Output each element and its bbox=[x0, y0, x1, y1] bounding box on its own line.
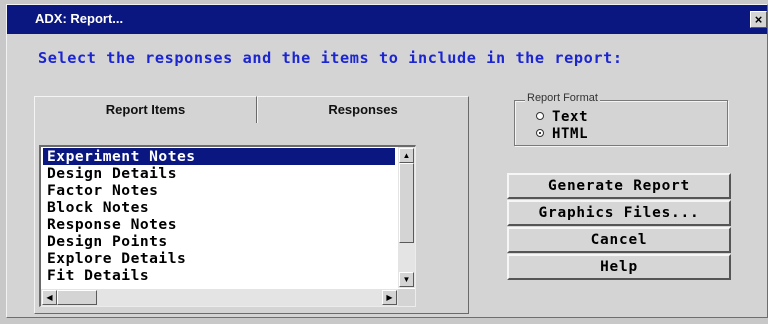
graphics-files-button[interactable]: Graphics Files... bbox=[507, 200, 731, 226]
vertical-scrollbar[interactable]: ▲ ▼ bbox=[398, 147, 415, 288]
vertical-scroll-thumb[interactable] bbox=[399, 163, 414, 243]
radio-text-label: Text bbox=[552, 109, 589, 125]
scroll-left-arrow-icon[interactable]: ◀ bbox=[42, 290, 57, 305]
radio-unchecked-icon[interactable] bbox=[536, 112, 544, 120]
list-item-experiment-notes[interactable]: Experiment Notes bbox=[43, 148, 395, 165]
radio-html-option[interactable]: HTML bbox=[536, 126, 588, 142]
horizontal-scroll-thumb[interactable] bbox=[57, 290, 97, 305]
radio-text-option[interactable]: Text bbox=[536, 109, 588, 125]
window-title: ADX: Report... bbox=[35, 11, 124, 26]
radio-checked-icon[interactable] bbox=[536, 129, 544, 137]
list-item-factor-notes[interactable]: Factor Notes bbox=[43, 182, 395, 199]
list-item-design-points[interactable]: Design Points bbox=[43, 233, 395, 250]
tab-report-items[interactable]: Report Items bbox=[34, 96, 257, 124]
cancel-button[interactable]: Cancel bbox=[507, 227, 731, 253]
generate-report-button[interactable]: Generate Report bbox=[507, 173, 731, 199]
list-item-explore-details[interactable]: Explore Details bbox=[43, 250, 395, 267]
list-item-design-details[interactable]: Design Details bbox=[43, 165, 395, 182]
tab-responses[interactable]: Responses bbox=[257, 96, 469, 124]
horizontal-scrollbar[interactable]: ◀ ▶ bbox=[41, 289, 398, 306]
list-item-fit-details[interactable]: Fit Details bbox=[43, 267, 395, 284]
close-button[interactable]: × bbox=[750, 11, 767, 28]
report-items-list[interactable]: Experiment Notes Design Details Factor N… bbox=[39, 145, 416, 307]
help-button[interactable]: Help bbox=[507, 254, 731, 280]
instruction-text: Select the responses and the items to in… bbox=[38, 49, 623, 67]
scroll-right-arrow-icon[interactable]: ▶ bbox=[382, 290, 397, 305]
title-bar[interactable]: ADX: Report... × bbox=[7, 5, 767, 34]
report-format-legend: Report Format bbox=[525, 92, 600, 104]
radio-html-label: HTML bbox=[552, 126, 589, 142]
scroll-corner bbox=[398, 289, 415, 306]
scroll-down-arrow-icon[interactable]: ▼ bbox=[399, 272, 414, 287]
list-item-block-notes[interactable]: Block Notes bbox=[43, 199, 395, 216]
list-item-response-notes[interactable]: Response Notes bbox=[43, 216, 395, 233]
scroll-up-arrow-icon[interactable]: ▲ bbox=[399, 148, 414, 163]
